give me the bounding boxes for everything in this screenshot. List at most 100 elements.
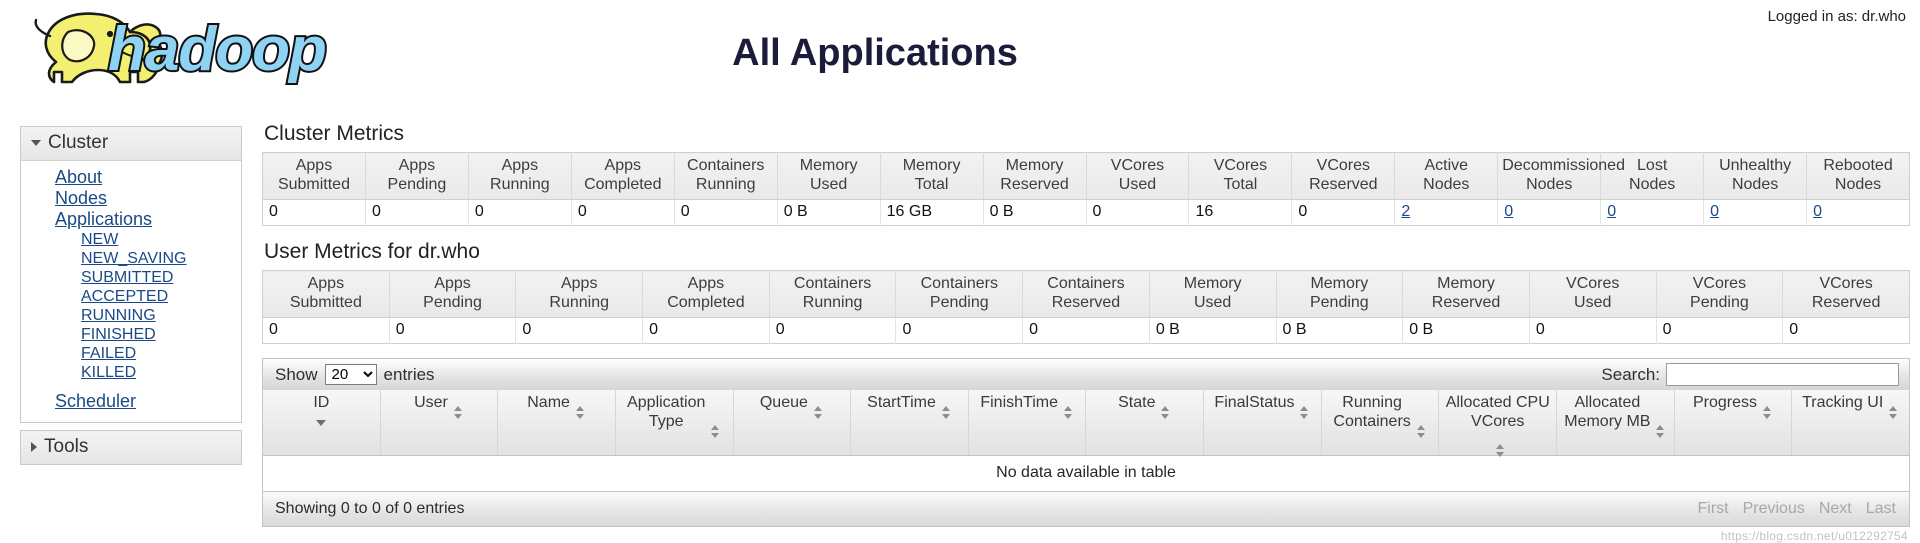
cluster-metric-link-13[interactable]: 0 [1607,203,1616,220]
user-metrics-title: User Metrics for dr.who [264,240,480,263]
cluster-metric-link-11[interactable]: 2 [1401,203,1410,220]
app-col-header-allocated-cpu-vcores[interactable]: Allocated CPU VCores [1438,390,1558,457]
sidebar-item-failed[interactable]: FAILED [21,344,241,363]
app-col-header-progress[interactable]: Progress [1674,390,1793,456]
empty-table-row: No data available in table [262,455,1910,492]
pagination-next-button[interactable]: Next [1812,497,1859,521]
cluster-metric-link-12[interactable]: 0 [1504,203,1513,220]
app-col-label: Progress [1692,394,1758,411]
search-input[interactable] [1666,363,1899,386]
app-col-label: ID [313,394,330,411]
user-metric-header-8: Memory Pending [1276,270,1404,318]
app-col-label: Application Type [627,394,706,430]
cluster-metric-value-2: 0 [468,199,572,226]
app-col-label: Running Containers [1333,394,1411,430]
cluster-metric-header-11: Active Nodes [1394,152,1499,200]
watermark-text: https://blog.csdn.net/u012292754 [1720,529,1908,543]
cluster-metric-link-14[interactable]: 0 [1710,203,1719,220]
user-metric-header-4: Containers Running [769,270,897,318]
app-col-header-queue[interactable]: Queue [733,390,852,456]
page-length-control: Show 20406080100 entries [275,364,435,385]
sidebar-item-killed[interactable]: KILLED [21,363,241,382]
applications-header-row: ID User Name Application Type Queue StartTime F… [262,390,1910,457]
user-metric-header-3: Apps Completed [642,270,770,318]
cluster-metrics-value-row: 000000 B 16 GB 0 B 0 16 0 2 0 0 0 0 [262,199,1910,226]
app-col-header-allocated-memory-mb[interactable]: Allocated Memory MB [1556,390,1675,456]
cluster-metric-value-4: 0 [674,199,778,226]
cluster-metric-value-15[interactable]: 0 [1807,200,1910,226]
sidebar-tools-label: Tools [44,436,89,457]
app-col-header-finishtime[interactable]: FinishTime [968,390,1087,456]
sidebar-cluster-body: About Nodes Applications NEW NEW_SAVING … [21,161,241,422]
sidebar-item-running[interactable]: RUNNING [21,306,241,325]
sidebar-item-scheduler[interactable]: Scheduler [21,391,241,412]
app-col-header-user[interactable]: User [380,390,499,456]
datatable-toolbar: Show 20406080100 entries Search: [262,358,1910,390]
sidebar-item-finished[interactable]: FINISHED [21,325,241,344]
datatable-footer: Showing 0 to 0 of 0 entries First Previou… [262,492,1910,527]
sidebar-item-submitted[interactable]: SUBMITTED [21,268,241,287]
sidebar-item-accepted[interactable]: ACCEPTED [21,287,241,306]
cluster-metric-header-3: Apps Completed [571,152,675,200]
app-col-header-state[interactable]: State [1085,390,1205,456]
app-col-header-starttime[interactable]: StartTime [850,390,969,456]
app-col-header-running-containers[interactable]: Running Containers [1321,390,1440,456]
app-col-header-finalstatus[interactable]: FinalStatus [1203,390,1322,456]
user-metric-header-2: Apps Running [515,270,644,318]
user-metric-header-11: VCores Pending [1656,270,1784,318]
app-col-label: User [414,394,448,411]
page-title-text: All Applications [732,32,1018,74]
user-metrics-table: Apps Submitted Apps Pending Apps Running Apps C… [262,270,1910,344]
applications-body: No data available in table [262,455,1910,492]
pagination-last-button[interactable]: Last [1859,497,1903,521]
cluster-metric-link-15[interactable]: 0 [1813,203,1822,220]
pagination-first-button[interactable]: First [1690,497,1735,521]
cluster-metric-value-3: 0 [571,199,675,226]
user-metric-value-4: 0 [769,317,897,344]
cluster-metric-header-10: VCores Reserved [1291,152,1396,200]
sidebar-item-nodes[interactable]: Nodes [21,188,241,209]
app-col-header-id[interactable]: ID [262,390,381,456]
applications-datatable: Show 20406080100 entries Search: ID User N… [262,358,1910,527]
sidebar-cluster-header[interactable]: Cluster [21,127,241,161]
cluster-metric-value-0: 0 [262,199,366,226]
pagination-previous-button[interactable]: Previous [1736,497,1812,521]
cluster-metric-value-14[interactable]: 0 [1703,199,1808,226]
empty-table-message: No data available in table [262,455,1910,492]
cluster-metric-header-5: Memory Used [777,152,881,200]
sidebar-item-about[interactable]: About [21,167,241,188]
cluster-metric-header-9: VCores Total [1188,152,1293,200]
app-col-header-tracking-ui[interactable]: Tracking UI [1791,390,1910,456]
show-label: Show [275,364,318,384]
app-col-label: FinishTime [980,394,1058,411]
user-metric-header-12: VCores Reserved [1782,270,1910,318]
app-col-header-application-type[interactable]: Application Type [615,390,734,456]
app-col-label: Allocated Memory MB [1564,394,1651,430]
user-metric-value-3: 0 [642,317,770,344]
user-metric-header-5: Containers Pending [895,270,1024,318]
cluster-metric-header-12: Decommissioned Nodes [1497,152,1625,200]
page-length-select[interactable]: 20406080100 [324,364,377,385]
cluster-metric-header-2: Apps Running [468,152,572,200]
cluster-metric-value-12[interactable]: 0 [1497,199,1602,226]
sidebar-tools-header[interactable]: Tools [21,431,241,464]
cluster-metric-value-11[interactable]: 2 [1394,199,1499,226]
cluster-metric-value-13[interactable]: 0 [1600,199,1705,226]
sidebar-item-new[interactable]: NEW [21,230,241,249]
app-col-header-name[interactable]: Name [497,390,616,456]
user-metric-value-5: 0 [895,317,1024,344]
sidebar-section-tools: Tools [20,430,242,465]
sidebar-item-new-saving[interactable]: NEW_SAVING [21,249,241,268]
app-col-label: State [1118,394,1156,411]
sidebar-item-applications[interactable]: Applications [21,209,241,230]
user-metric-header-10: VCores Used [1529,270,1657,318]
sidebar-section-cluster: Cluster About Nodes Applications NEW NEW… [20,126,242,423]
applications-table: ID User Name Application Type Queue StartTime F… [262,390,1910,492]
cluster-metrics-table: Apps Submitted Apps Pending Apps Running Apps C… [262,152,1910,226]
app-col-label: Tracking UI [1802,394,1884,411]
chevron-down-icon [31,140,41,146]
cluster-metric-value-9: 16 [1188,199,1293,226]
user-metric-header-7: Memory Used [1149,270,1277,318]
user-metric-header-1: Apps Pending [389,270,517,318]
